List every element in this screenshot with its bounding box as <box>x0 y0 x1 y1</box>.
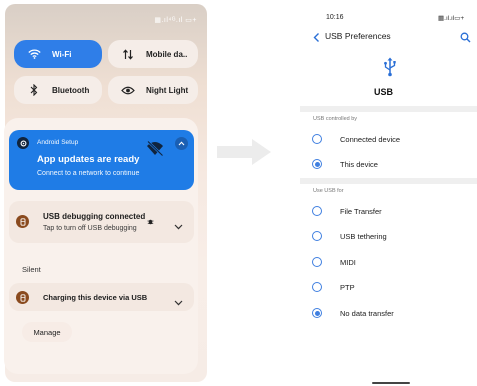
night-light-tile[interactable]: Night Light <box>108 76 198 104</box>
chevron-down-icon[interactable] <box>174 293 183 311</box>
status-bar-icons: ▦.ıl⁴ᴳ.ıl ▭+ <box>154 17 197 24</box>
usb-heading: USB <box>373 87 393 97</box>
radio-button-selected[interactable] <box>312 159 322 169</box>
section-label-controlled-by: USB controlled by <box>313 116 358 122</box>
home-indicator[interactable] <box>372 382 410 384</box>
bug-icon <box>147 212 154 230</box>
android-setup-notification[interactable]: Android Setup App updates are ready Conn… <box>9 130 194 190</box>
night-light-tile-label: Night Light <box>146 85 189 95</box>
option-label: MIDI <box>340 257 356 267</box>
bluetooth-icon <box>25 84 43 96</box>
option-label: PTP <box>340 282 355 292</box>
option-midi[interactable]: MIDI <box>312 255 472 269</box>
option-no-data-transfer[interactable]: No data transfer <box>312 306 472 320</box>
charging-title: Charging this device via USB <box>43 293 148 302</box>
radio-button[interactable] <box>312 282 322 292</box>
option-this-device[interactable]: This device <box>312 157 472 171</box>
option-ptp[interactable]: PTP <box>312 280 472 294</box>
usb-preferences-screen: 10:16 ▦.ıl.ıl▭+ USB Preferences USB USB … <box>290 0 477 386</box>
section-divider <box>300 178 477 184</box>
page-title: USB Preferences <box>325 31 391 41</box>
silent-section-label: Silent <box>22 265 41 274</box>
radio-button[interactable] <box>312 134 322 144</box>
mobile-data-tile-label: Mobile da.. <box>146 49 188 59</box>
wifi-tile-label: Wi-Fi <box>52 49 72 59</box>
wifi-tile[interactable]: Wi-Fi <box>14 40 102 68</box>
android-setup-icon <box>17 137 29 149</box>
radio-button[interactable] <box>312 231 322 241</box>
option-label: No data transfer <box>340 308 394 318</box>
radio-button[interactable] <box>312 257 322 267</box>
bluetooth-tile[interactable]: Bluetooth <box>14 76 102 104</box>
option-connected-device[interactable]: Connected device <box>312 132 472 146</box>
battery-charge-icon <box>16 291 29 304</box>
status-time: 10:16 <box>326 14 344 21</box>
charging-notification[interactable]: Charging this device via USB <box>9 283 194 311</box>
manage-button[interactable]: Manage <box>22 322 72 342</box>
option-label: Connected device <box>340 134 401 144</box>
setup-notification-subtitle: Connect to a network to continue <box>37 170 140 177</box>
section-divider <box>300 106 477 112</box>
arrow-right-icon <box>217 139 271 165</box>
setup-app-name: Android Setup <box>37 139 79 146</box>
status-bar-icons: ▦.ıl.ıl▭+ <box>438 15 465 22</box>
bluetooth-tile-label: Bluetooth <box>52 85 90 95</box>
mobile-data-icon <box>119 48 137 60</box>
chevron-down-icon[interactable] <box>174 217 183 235</box>
usb-debugging-title: USB debugging connected <box>43 212 146 221</box>
search-icon[interactable] <box>460 30 471 48</box>
eye-icon <box>119 86 137 95</box>
usb-debugging-notification[interactable]: USB debugging connected Tap to turn off … <box>9 201 194 243</box>
option-label: USB tethering <box>340 231 387 241</box>
mobile-data-tile[interactable]: Mobile da.. <box>108 40 198 68</box>
radio-button[interactable] <box>312 206 322 216</box>
usb-debugging-subtitle: Tap to turn off USB debugging <box>43 225 137 232</box>
back-arrow-icon[interactable] <box>312 30 321 48</box>
radio-button-selected[interactable] <box>312 308 322 318</box>
option-file-transfer[interactable]: File Transfer <box>312 204 472 218</box>
wifi-off-icon <box>145 140 165 162</box>
chevron-up-icon[interactable] <box>175 137 188 150</box>
usb-debug-icon <box>16 215 29 228</box>
option-usb-tethering[interactable]: USB tethering <box>312 229 472 243</box>
option-label: File Transfer <box>340 206 382 216</box>
wifi-icon <box>25 49 43 59</box>
setup-notification-title: App updates are ready <box>37 154 140 165</box>
section-label-use-usb-for: Use USB for <box>313 188 344 194</box>
option-label: This device <box>340 159 378 169</box>
usb-icon <box>383 57 397 82</box>
